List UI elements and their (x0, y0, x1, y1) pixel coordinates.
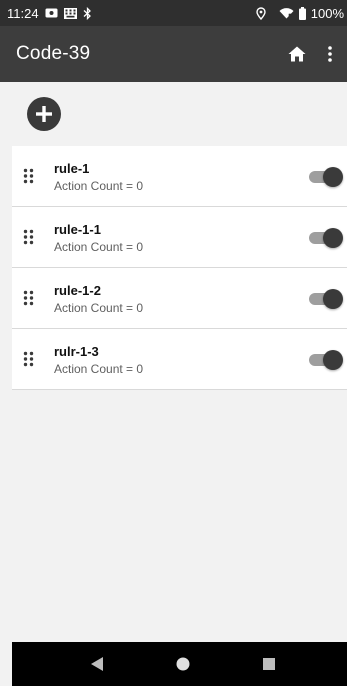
more-vert-icon (328, 46, 332, 62)
status-bar: 11:24 100% (0, 0, 347, 26)
system-nav-bar (12, 642, 347, 686)
rule-name: rulr-1-3 (54, 344, 99, 359)
status-right: 100% (256, 6, 344, 21)
rule-enabled-toggle[interactable] (307, 166, 343, 188)
rule-enabled-toggle[interactable] (307, 288, 343, 310)
home-button[interactable] (279, 34, 315, 74)
app-bar-actions (279, 34, 347, 74)
toggle-thumb (323, 167, 343, 187)
toggle-thumb (323, 350, 343, 370)
list-item[interactable]: rule-1-2 Action Count = 0 (12, 268, 347, 329)
recents-icon (263, 658, 275, 670)
toggle-thumb (323, 289, 343, 309)
nav-home-button[interactable] (175, 656, 191, 672)
add-rule-button[interactable] (27, 97, 61, 131)
rule-name: rule-1-1 (54, 222, 101, 237)
more-options-button[interactable] (315, 34, 345, 74)
list-item[interactable]: rulr-1-3 Action Count = 0 (12, 329, 347, 390)
app-bar: Code-39 (0, 26, 347, 82)
battery-percentage: 100% (310, 5, 344, 21)
wifi-icon (279, 7, 294, 19)
add-rule-area (0, 82, 347, 146)
list-item[interactable]: rule-1-1 Action Count = 0 (12, 207, 347, 268)
rule-action-count: Action Count = 0 (54, 362, 144, 376)
notification-card-icon (45, 8, 58, 18)
rule-name: rule-1 (54, 161, 90, 176)
rule-enabled-toggle[interactable] (307, 349, 343, 371)
page-title: Code-39 (16, 43, 91, 64)
home-circle-icon (176, 657, 190, 671)
toggle-thumb (323, 228, 343, 248)
list-item[interactable]: rule-1 Action Count = 0 (12, 146, 347, 207)
drag-handle-icon[interactable] (22, 350, 36, 368)
drag-handle-icon[interactable] (22, 167, 36, 185)
rule-list: rule-1 Action Count = 0 rule-1-1 Action … (12, 146, 347, 390)
location-icon (256, 6, 266, 20)
battery-icon (298, 6, 306, 20)
rule-action-count: Action Count = 0 (54, 179, 144, 193)
rule-action-count: Action Count = 0 (54, 301, 144, 315)
keyboard-icon (63, 7, 77, 19)
home-icon (288, 46, 306, 62)
rule-action-count: Action Count = 0 (54, 240, 144, 254)
rule-name: rule-1-2 (54, 283, 101, 298)
status-time: 11:24 (7, 5, 39, 21)
nav-recents-button[interactable] (262, 657, 276, 671)
rule-enabled-toggle[interactable] (307, 227, 343, 249)
nav-back-button[interactable] (90, 656, 104, 672)
drag-handle-icon[interactable] (22, 228, 36, 246)
plus-icon (36, 106, 52, 122)
drag-handle-icon[interactable] (22, 289, 36, 307)
status-left: 11:24 (7, 6, 92, 21)
bluetooth-icon (83, 6, 92, 20)
back-icon (91, 657, 103, 671)
